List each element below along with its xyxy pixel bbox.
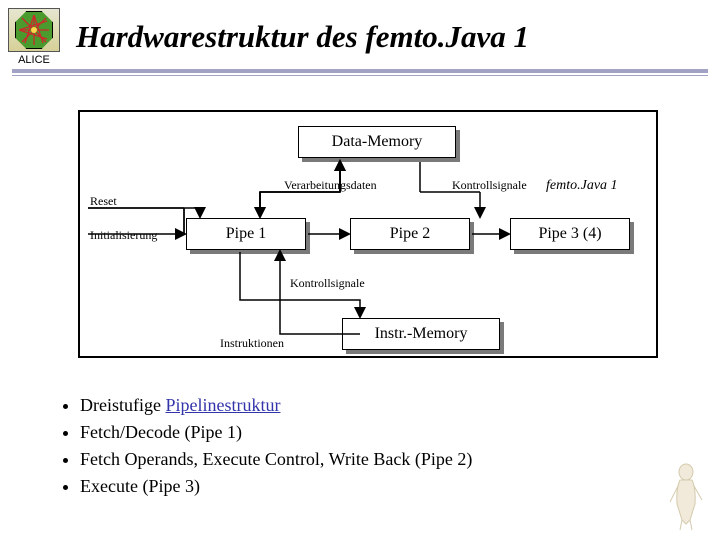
label-verarbeitungsdaten: Verarbeitungsdaten — [284, 178, 377, 193]
header: ALICE Hardwarestruktur des femto.Java 1 — [0, 0, 720, 68]
label-init: Initialisierung — [90, 228, 157, 243]
instr-memory-box: Instr.-Memory — [342, 318, 500, 350]
bullet-list: Dreistufige Pipelinestruktur Fetch/Decod… — [62, 392, 472, 500]
logo-label: ALICE — [18, 54, 50, 66]
architecture-diagram: Data-Memory Pipe 1 Pipe 2 Pipe 3 (4) Ins… — [78, 110, 658, 358]
label-femto: femto.Java 1 — [546, 178, 618, 194]
page-title: Hardwarestruktur des femto.Java 1 — [76, 19, 710, 55]
bullet-text: Execute (Pipe 3) — [80, 476, 200, 496]
label-kontroll-top: Kontrollsignale — [452, 178, 527, 193]
list-item: Execute (Pipe 3) — [80, 473, 472, 500]
list-item: Fetch/Decode (Pipe 1) — [80, 419, 472, 446]
label-kontroll-bottom: Kontrollsignale — [290, 276, 365, 291]
list-item: Dreistufige Pipelinestruktur — [80, 392, 472, 419]
logo: ALICE — [6, 8, 62, 66]
bullet-text: Dreistufige — [80, 395, 165, 415]
pipe3-box: Pipe 3 (4) — [510, 218, 630, 250]
decorative-figure-icon — [662, 460, 710, 532]
logo-image — [8, 8, 60, 52]
pipe2-box: Pipe 2 — [350, 218, 470, 250]
bullet-text: Fetch/Decode (Pipe 1) — [80, 422, 242, 442]
data-memory-box: Data-Memory — [298, 126, 456, 158]
title-divider — [12, 69, 708, 76]
label-instruktionen: Instruktionen — [220, 336, 284, 351]
link-pipelinestruktur[interactable]: Pipelinestruktur — [165, 395, 280, 415]
bullet-text: Fetch Operands, Execute Control, Write B… — [80, 449, 472, 469]
label-reset: Reset — [90, 194, 117, 209]
pipe1-box: Pipe 1 — [186, 218, 306, 250]
list-item: Fetch Operands, Execute Control, Write B… — [80, 446, 472, 473]
